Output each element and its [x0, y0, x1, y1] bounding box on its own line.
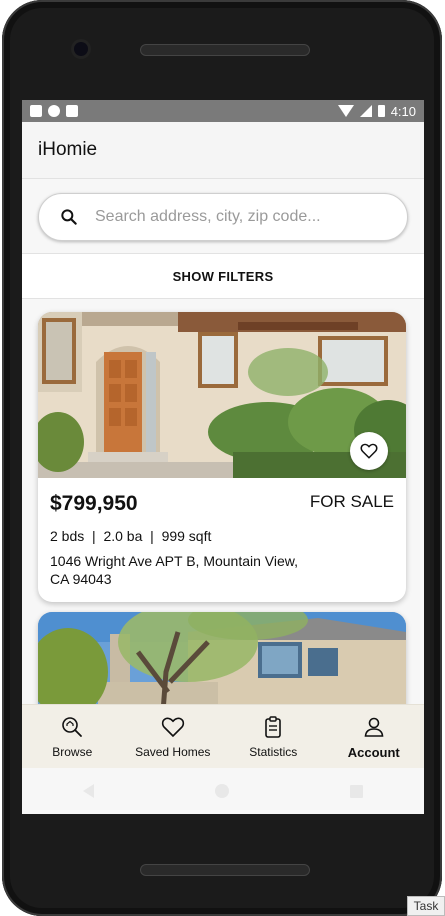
listing-list[interactable]: $799,950 FOR SALE 2 bds | 2.0 ba | 999 s… — [22, 300, 424, 704]
search-home-icon — [62, 717, 83, 737]
nav-statistics[interactable]: Statistics — [223, 705, 324, 769]
listing-info: $799,950 FOR SALE 2 bds | 2.0 ba | 999 s… — [38, 478, 406, 602]
home-icon[interactable] — [214, 784, 229, 798]
nav-statistics-label: Statistics — [249, 745, 298, 759]
phone-screen: 4:10 iHomie SHOW FILTERS — [22, 100, 424, 814]
app-title: iHomie — [38, 139, 98, 160]
wifi-icon — [337, 105, 354, 117]
search-icon — [61, 209, 77, 225]
nav-browse-label: Browse — [52, 745, 93, 759]
status-bar-system: 4:10 — [337, 103, 416, 119]
listing-address: 1046 Wright Ave APT B, Mountain View, CA… — [50, 553, 299, 587]
listing-card[interactable]: $799,950 FOR SALE 2 bds | 2.0 ba | 999 s… — [38, 312, 406, 602]
bottom-navigation: Browse Saved Homes Statistics Account — [22, 704, 424, 769]
recent-apps-icon[interactable] — [350, 784, 364, 798]
person-icon — [364, 717, 384, 737]
clipboard-icon — [265, 716, 282, 738]
system-navigation-bar — [22, 768, 424, 814]
notification-sd-icon — [66, 105, 78, 117]
listing-status: FOR SALE — [309, 492, 394, 511]
nav-account-label: Account — [347, 744, 400, 760]
front-camera — [74, 42, 88, 56]
status-time: 4:10 — [390, 103, 416, 119]
nav-browse[interactable]: Browse — [22, 705, 123, 769]
search-bar[interactable] — [38, 193, 408, 241]
house-photo-image — [38, 612, 406, 704]
back-icon[interactable] — [82, 784, 94, 798]
nav-saved-homes[interactable]: Saved Homes — [123, 705, 224, 769]
favorite-button[interactable] — [350, 432, 388, 470]
listing-specs: 2 bds | 2.0 ba | 999 sqft — [50, 528, 212, 544]
bottom-speaker — [140, 864, 310, 876]
notification-circle-icon — [48, 105, 60, 117]
notification-a-icon — [30, 105, 42, 117]
task-tab[interactable]: Task — [407, 896, 445, 916]
status-bar: 4:10 — [22, 100, 424, 122]
nav-account[interactable]: Account — [324, 705, 425, 769]
show-filters-button[interactable]: SHOW FILTERS — [22, 253, 424, 299]
listing-photo[interactable] — [38, 312, 406, 478]
heart-icon — [360, 443, 378, 459]
heart-icon — [161, 717, 184, 738]
battery-icon — [377, 105, 385, 117]
search-section — [22, 179, 424, 253]
search-input[interactable] — [93, 207, 407, 227]
listing-card[interactable] — [38, 612, 406, 704]
signal-icon — [359, 105, 372, 117]
app-bar: iHomie — [22, 122, 424, 179]
status-bar-notifications — [30, 105, 78, 117]
listing-photo[interactable] — [38, 612, 406, 704]
nav-saved-homes-label: Saved Homes — [135, 745, 211, 759]
top-speaker — [140, 44, 310, 56]
